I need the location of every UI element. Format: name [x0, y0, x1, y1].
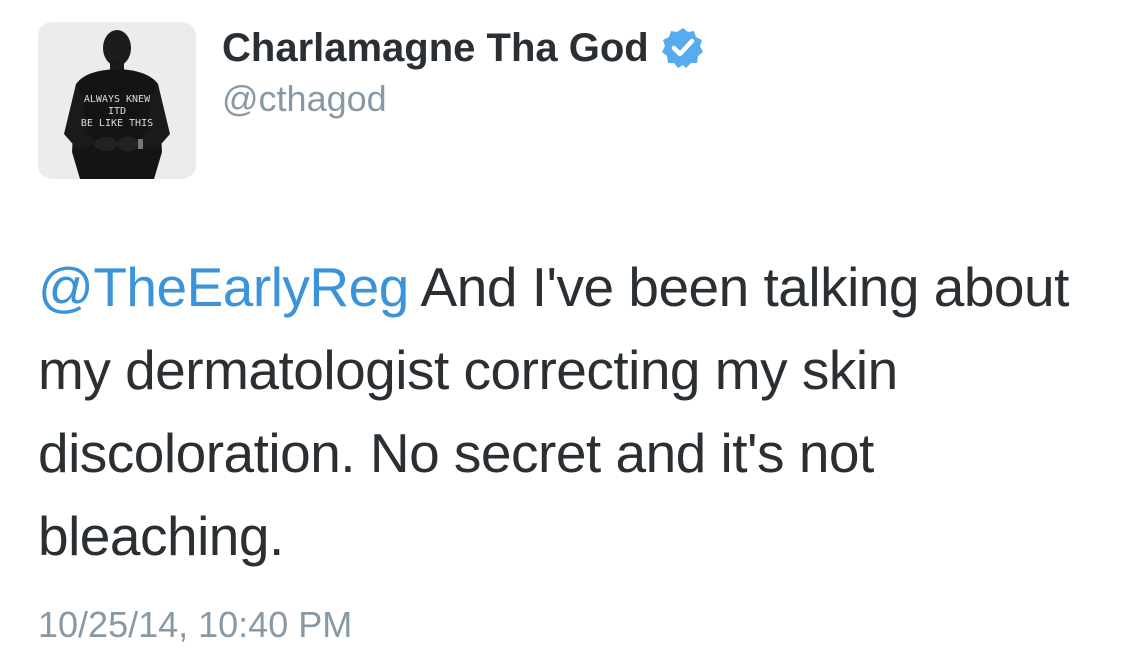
author-handle[interactable]: @cthagod: [222, 78, 387, 120]
avatar-shirt-text-line3: BE LIKE THIS: [81, 118, 153, 129]
tweet-text: @TheEarlyReg And I've been talking about…: [38, 246, 1098, 578]
mention-link[interactable]: @TheEarlyReg: [38, 256, 409, 318]
tweet-timestamp[interactable]: 10/25/14, 10:40 PM: [38, 604, 352, 646]
avatar-shirt-text-line2: ITD: [108, 106, 126, 117]
avatar-shirt-text-line1: ALWAYS KNEW: [84, 94, 151, 105]
author-display-name[interactable]: Charlamagne Tha God: [222, 26, 649, 71]
avatar[interactable]: ALWAYS KNEW ITD BE LIKE THIS: [38, 22, 196, 179]
avatar-photo: ALWAYS KNEW ITD BE LIKE THIS: [38, 22, 196, 179]
verified-badge-icon: [661, 26, 705, 70]
author-name-row: Charlamagne Tha God: [222, 24, 705, 72]
tweet-card: ALWAYS KNEW ITD BE LIKE THIS Charlamagne…: [0, 0, 1125, 665]
